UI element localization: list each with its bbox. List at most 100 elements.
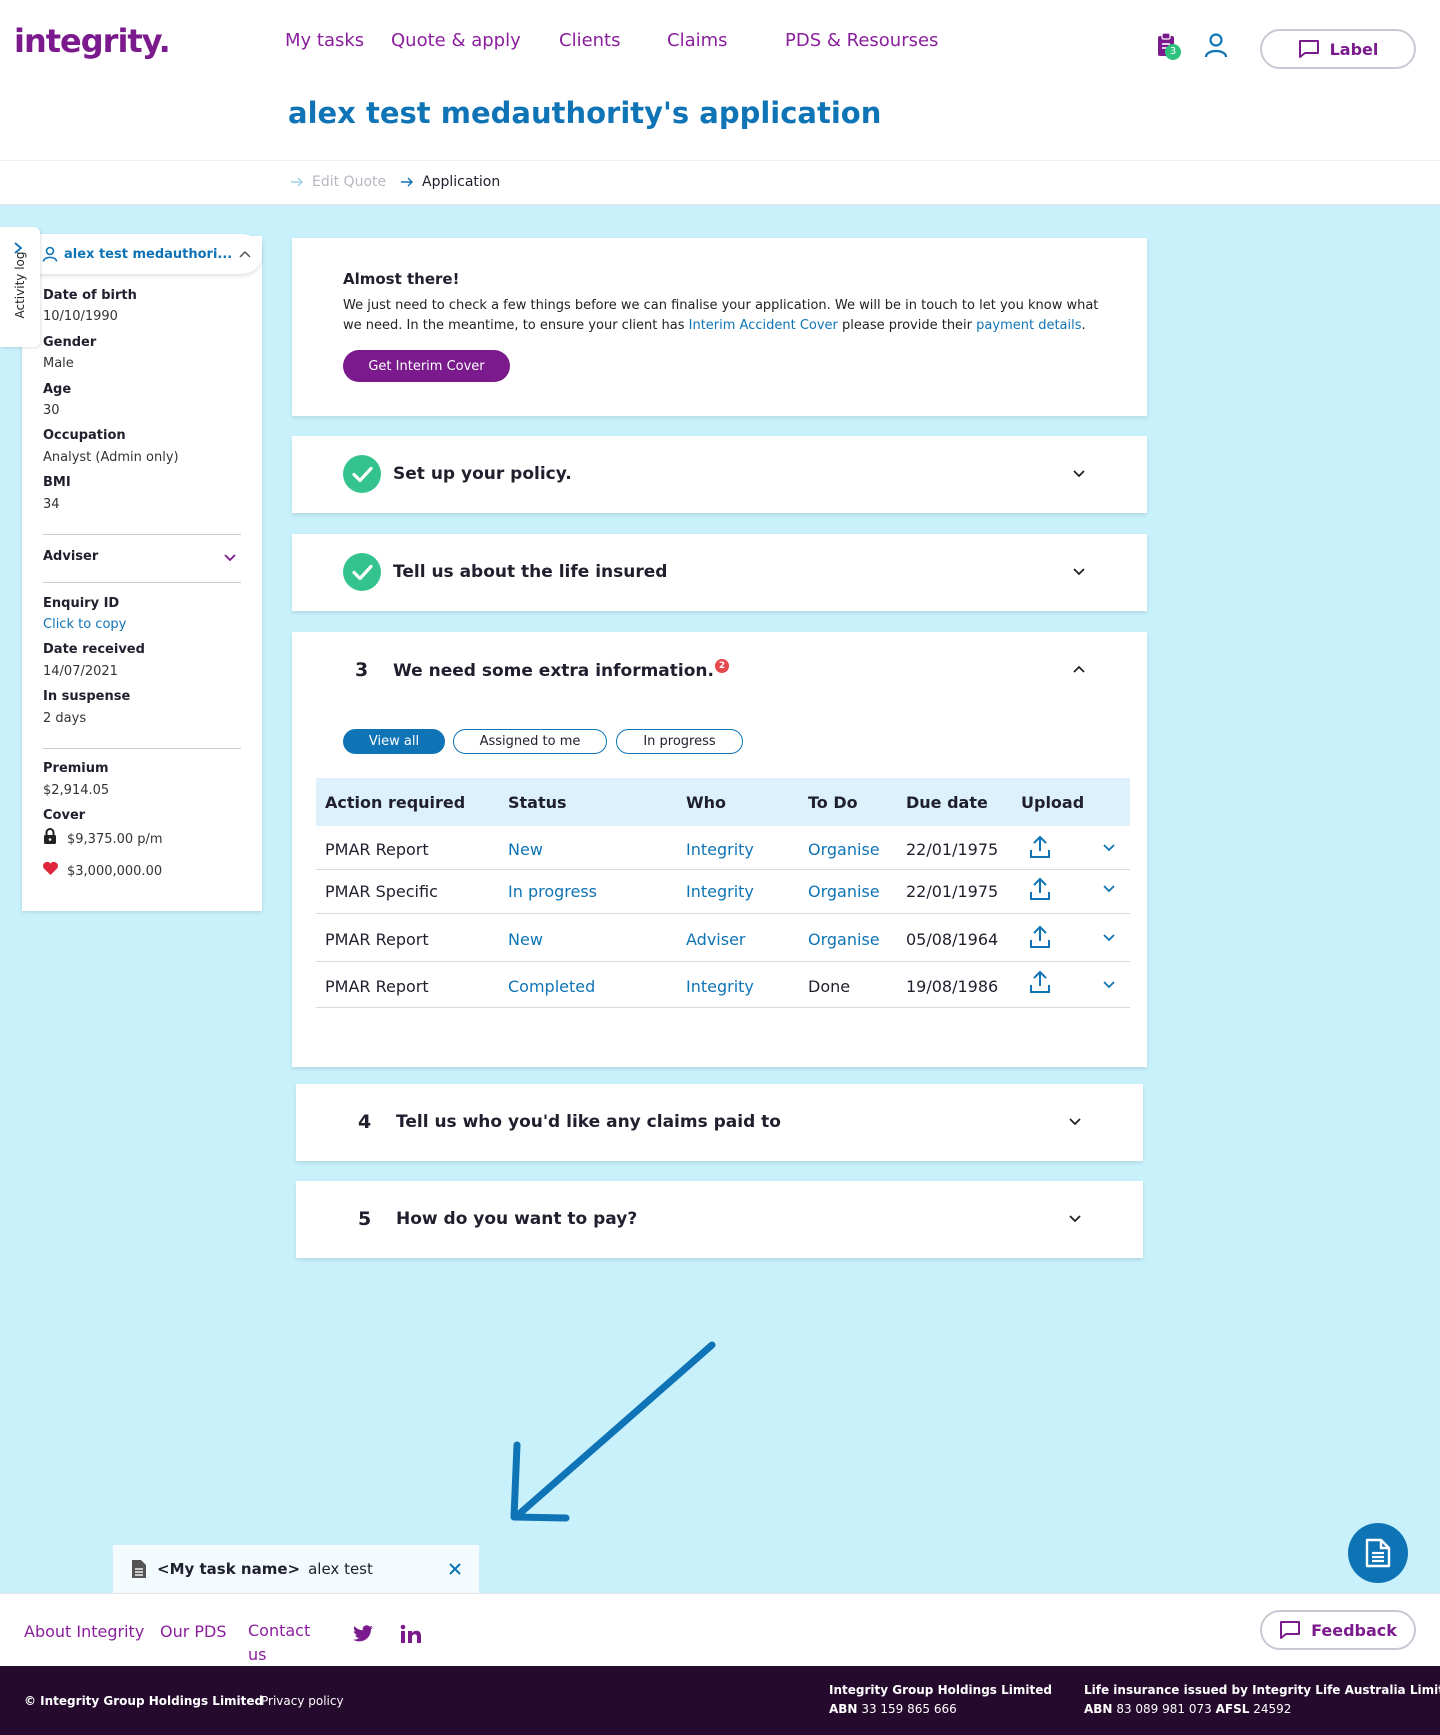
page-title: alex test medauthority's application xyxy=(288,96,882,130)
col-status: Status xyxy=(508,793,567,812)
chevron-up-icon xyxy=(239,250,251,258)
table-row: PMAR Report New Integrity Organise 22/01… xyxy=(316,826,1130,870)
linkedin-icon[interactable] xyxy=(400,1624,422,1644)
footer: About Integrity Our PDS Contact us Feedb… xyxy=(0,1593,1440,1666)
upload-icon[interactable] xyxy=(1029,970,1051,994)
col-upload: Upload xyxy=(1021,793,1085,812)
privacy-policy-link[interactable]: Privacy policy xyxy=(261,1694,344,1708)
task-name: <My task name> xyxy=(157,1560,301,1578)
step-title: Tell us about the life insured xyxy=(393,562,668,582)
upload-icon[interactable] xyxy=(1029,925,1051,949)
dob-label: Date of birth xyxy=(43,288,137,303)
nav-clients[interactable]: Clients xyxy=(559,30,621,51)
chevron-down-icon[interactable] xyxy=(1102,884,1116,894)
user-icon[interactable] xyxy=(1204,32,1228,58)
cell-todo[interactable]: Organise xyxy=(808,840,880,859)
footer-about-link[interactable]: About Integrity xyxy=(24,1622,144,1641)
cell-status[interactable]: New xyxy=(508,840,543,859)
cell-status[interactable]: New xyxy=(508,930,543,949)
arrow-right-icon xyxy=(401,177,413,187)
adviser-label: Adviser xyxy=(43,549,99,564)
feedback-button[interactable]: Feedback xyxy=(1260,1610,1416,1650)
almost-text-3: . xyxy=(1081,318,1086,333)
chevron-down-icon[interactable] xyxy=(1068,1214,1082,1224)
nav-pds-resources[interactable]: PDS & Resourses xyxy=(785,30,938,51)
divider xyxy=(43,582,241,583)
chevron-down-icon[interactable] xyxy=(223,553,237,563)
task-toast[interactable]: <My task name> alex test xyxy=(113,1545,479,1593)
chevron-down-icon[interactable] xyxy=(1068,1117,1082,1127)
cell-status[interactable]: Completed xyxy=(508,977,595,996)
step-title: We need some extra information. 2 xyxy=(393,659,729,681)
almost-there-text: We just need to check a few things befor… xyxy=(343,296,1103,336)
upload-icon[interactable] xyxy=(1029,877,1051,901)
task-value: alex test xyxy=(308,1560,373,1578)
filter-assigned-to-me[interactable]: Assigned to me xyxy=(453,729,607,754)
chevron-down-icon[interactable] xyxy=(1102,843,1116,853)
label-button[interactable]: Label xyxy=(1260,29,1416,69)
cell-who[interactable]: Integrity xyxy=(686,882,754,901)
occupation-value: Analyst (Admin only) xyxy=(43,450,179,465)
footer-contact-link[interactable]: Contact us xyxy=(248,1619,318,1667)
cell-action: PMAR Report xyxy=(325,840,429,859)
table-row: PMAR Specific In progress Integrity Orga… xyxy=(316,870,1130,914)
speech-bubble-icon xyxy=(1298,40,1319,58)
company-1-abn: ABN 33 159 865 666 xyxy=(829,1702,957,1716)
abn-label: ABN xyxy=(829,1702,858,1716)
step-title: Tell us who you'd like any claims paid t… xyxy=(396,1112,781,1132)
bmi-value: 34 xyxy=(43,497,60,512)
abn-value: 33 159 865 666 xyxy=(861,1702,957,1716)
header: integrity. My tasks Quote & apply Client… xyxy=(0,0,1440,160)
heart-icon xyxy=(43,861,58,875)
annotation-arrow-icon xyxy=(510,1341,716,1522)
nav-claims[interactable]: Claims xyxy=(667,30,728,51)
cell-todo[interactable]: Organise xyxy=(808,930,880,949)
breadcrumb-application[interactable]: Application xyxy=(400,174,500,190)
filter-view-all[interactable]: View all xyxy=(343,729,445,754)
interim-accident-cover-link[interactable]: Interim Accident Cover xyxy=(689,318,838,333)
payment-details-link[interactable]: payment details xyxy=(976,318,1081,333)
client-name-toggle[interactable]: alex test medauthori... xyxy=(20,234,262,274)
label-button-text: Label xyxy=(1329,39,1379,59)
enquiry-copy-link[interactable]: Click to copy xyxy=(43,617,126,632)
breadcrumb-edit-quote[interactable]: Edit Quote xyxy=(290,174,386,190)
upload-icon[interactable] xyxy=(1029,835,1051,859)
chevron-down-icon[interactable] xyxy=(1072,567,1086,577)
cover-label: Cover xyxy=(43,808,86,823)
breadcrumb: Edit Quote Application xyxy=(0,160,1440,205)
twitter-icon[interactable] xyxy=(352,1625,374,1643)
lock-icon xyxy=(44,828,56,844)
step-number: 5 xyxy=(358,1208,372,1230)
cell-status[interactable]: In progress xyxy=(508,882,597,901)
cell-who[interactable]: Integrity xyxy=(686,840,754,859)
cell-due: 22/01/1975 xyxy=(906,840,999,859)
cell-action: PMAR Specific xyxy=(325,882,438,901)
user-icon xyxy=(42,246,58,262)
chevron-down-icon[interactable] xyxy=(1072,469,1086,479)
close-icon[interactable] xyxy=(449,1563,461,1575)
chevron-up-icon[interactable] xyxy=(1072,664,1086,674)
col-to-do: To Do xyxy=(808,793,858,812)
cell-who[interactable]: Adviser xyxy=(686,930,746,949)
col-action-required: Action required xyxy=(325,793,466,812)
date-received-label: Date received xyxy=(43,642,145,657)
activity-log-tab[interactable]: Activity log xyxy=(0,227,40,347)
copyright-text: © Integrity Group Holdings Limited xyxy=(24,1694,264,1708)
chevron-down-icon[interactable] xyxy=(1102,933,1116,943)
filter-in-progress[interactable]: In progress xyxy=(616,729,743,754)
nav-quote-apply[interactable]: Quote & apply xyxy=(391,30,521,51)
cell-who[interactable]: Integrity xyxy=(686,977,754,996)
age-value: 30 xyxy=(43,403,60,418)
notes-fab-button[interactable] xyxy=(1348,1523,1408,1583)
document-icon xyxy=(132,1560,146,1578)
breadcrumb-label: Edit Quote xyxy=(312,174,387,190)
footer-pds-link[interactable]: Our PDS xyxy=(160,1622,227,1641)
integrity-logo[interactable]: integrity. xyxy=(14,22,171,60)
get-interim-cover-button[interactable]: Get Interim Cover xyxy=(343,350,510,382)
company-2-abn: ABN 83 089 981 073 AFSL 24592 xyxy=(1084,1702,1291,1716)
in-suspense-value: 2 days xyxy=(43,711,87,726)
chevron-down-icon[interactable] xyxy=(1102,980,1116,990)
nav-my-tasks[interactable]: My tasks xyxy=(285,30,364,51)
check-icon xyxy=(343,455,381,493)
cell-todo[interactable]: Organise xyxy=(808,882,880,901)
